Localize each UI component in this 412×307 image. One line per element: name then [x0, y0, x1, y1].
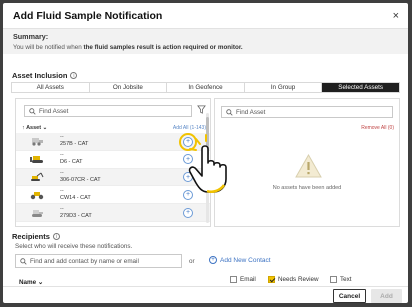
- find-asset-input[interactable]: Find Asset: [24, 105, 192, 117]
- search-icon: [20, 257, 27, 265]
- add-new-contact-link[interactable]: + Add New Contact: [209, 256, 271, 264]
- add-all-link[interactable]: Add All (1-143): [173, 125, 206, 131]
- asset-column-label: Asset: [26, 125, 42, 131]
- asset-serial: --: [60, 169, 64, 176]
- needs-review-label: Needs Review: [278, 276, 319, 283]
- name-column-label: Name: [19, 279, 37, 286]
- email-label: Email: [240, 276, 256, 283]
- pointer-hand-icon: [188, 134, 227, 193]
- dozer-icon: [30, 156, 43, 164]
- asset-name: D6 - CAT: [60, 159, 83, 166]
- search-icon: [29, 107, 36, 115]
- add-asset-button[interactable]: +: [183, 207, 193, 218]
- info-icon[interactable]: i: [70, 72, 78, 79]
- checkbox-checked-icon[interactable]: [268, 276, 275, 283]
- asset-name: 279D3 - CAT: [60, 212, 92, 219]
- cancel-button[interactable]: Cancel: [333, 289, 366, 303]
- info-icon[interactable]: i: [52, 233, 60, 240]
- sort-arrow-icon: ↑: [22, 125, 25, 131]
- tab-selected-assets[interactable]: Selected Assets: [322, 83, 399, 92]
- footer-divider: [3, 286, 408, 287]
- asset-serial: --: [60, 187, 64, 194]
- find-selected-asset-input[interactable]: Find Asset: [221, 106, 393, 118]
- asset-inclusion-label: Asset Inclusion: [12, 71, 68, 80]
- modal-title: Add Fluid Sample Notification: [13, 9, 163, 22]
- contact-search-placeholder: Find and add contact by name or email: [30, 257, 139, 265]
- asset-name: 306-07CR - CAT: [60, 176, 101, 183]
- find-asset-placeholder: Find Asset: [39, 107, 69, 115]
- summary-text-prefix: You will be notified when: [13, 44, 84, 51]
- add-button[interactable]: Add: [371, 289, 402, 303]
- add-new-contact-label: Add New Contact: [220, 256, 271, 264]
- name-column-header[interactable]: Name ⌄: [19, 279, 43, 286]
- email-checkbox[interactable]: Email: [230, 276, 256, 283]
- asset-name: 257B - CAT: [60, 141, 89, 148]
- find-selected-placeholder: Find Asset: [236, 108, 266, 116]
- list-item: -- CW14 - CAT +: [16, 186, 210, 205]
- plus-circle-icon: +: [209, 256, 217, 264]
- checkbox-box[interactable]: [330, 276, 337, 283]
- close-icon[interactable]: ×: [393, 10, 399, 22]
- empty-state-message: No assets have been added: [272, 185, 342, 191]
- list-item: -- D6 - CAT +: [16, 151, 210, 169]
- tab-all-assets[interactable]: All Assets: [12, 83, 90, 92]
- recipients-subtitle: Select who will receive these notificati…: [15, 243, 133, 250]
- summary-bar: Summary: You will be notified when the f…: [3, 29, 408, 54]
- track-loader-icon: [32, 209, 43, 217]
- summary-text: You will be notified when the fluid samp…: [13, 44, 398, 51]
- asset-serial: --: [60, 152, 64, 159]
- or-text: or: [189, 258, 195, 265]
- remove-all-link[interactable]: Remove All (0): [361, 125, 394, 131]
- asset-serial: --: [60, 205, 64, 212]
- compactor-icon: [30, 191, 44, 199]
- skid-steer-icon: [32, 138, 43, 146]
- summary-text-bold: the fluid samples result is action requi…: [83, 44, 243, 51]
- add-fluid-sample-notification-modal: Add Fluid Sample Notification × Summary:…: [3, 3, 408, 303]
- modal-header: Add Fluid Sample Notification ×: [3, 3, 408, 29]
- search-icon: [226, 108, 233, 116]
- asset-name: CW14 - CAT: [60, 194, 91, 201]
- selected-assets-panel: Find Asset Remove All (0) No assets have…: [214, 98, 400, 227]
- contact-search-input[interactable]: Find and add contact by name or email: [15, 254, 182, 268]
- tab-on-jobsite[interactable]: On Jobsite: [90, 83, 168, 92]
- asset-list: -- 257B - CAT + -- D6 - CAT + -- 306-07CR -…: [16, 132, 210, 222]
- text-checkbox[interactable]: Text: [330, 276, 352, 283]
- recipients-label: Recipients: [12, 232, 50, 241]
- list-item: -- 306-07CR - CAT +: [16, 168, 210, 187]
- asset-serial: --: [60, 134, 64, 141]
- warning-icon: [295, 154, 322, 178]
- asset-inclusion-tabs: All Assets On Jobsite In Geofence In Gro…: [11, 82, 400, 93]
- asset-column-header[interactable]: ↑ Asset ⌄: [22, 125, 47, 131]
- list-item: -- 257B - CAT +: [16, 132, 210, 151]
- filter-icon[interactable]: [197, 105, 206, 114]
- needs-review-checkbox[interactable]: Needs Review: [268, 276, 319, 283]
- summary-label: Summary:: [13, 32, 49, 41]
- list-item: -- 279D3 - CAT +: [16, 204, 210, 222]
- asset-inclusion-title: Asset Inclusion i: [12, 71, 78, 80]
- tab-in-group[interactable]: In Group: [245, 83, 323, 92]
- recipients-title: Recipients i: [12, 232, 60, 241]
- checkbox-box[interactable]: [230, 276, 237, 283]
- available-assets-panel: Find Asset ↑ Asset ⌄ Add All (1-143) -- 2…: [15, 98, 211, 227]
- text-label: Text: [340, 276, 352, 283]
- chevron-down-icon: ⌄: [42, 125, 48, 131]
- excavator-icon: [31, 172, 44, 181]
- tab-in-geofence[interactable]: In Geofence: [167, 83, 245, 92]
- chevron-down-icon: ⌄: [37, 279, 44, 286]
